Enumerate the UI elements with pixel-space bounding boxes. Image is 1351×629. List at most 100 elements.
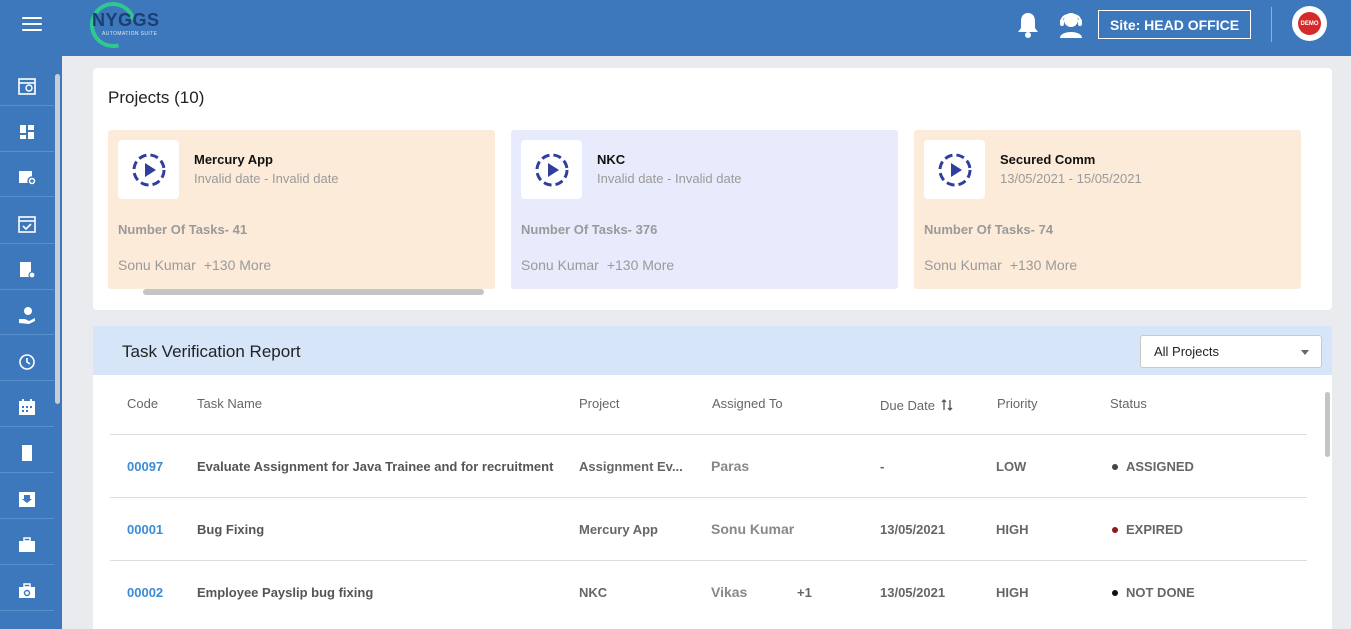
project-member: Sonu Kumar: [924, 257, 1002, 273]
project-members: Sonu Kumar +130 More: [924, 257, 1077, 273]
column-header-priority[interactable]: Priority: [997, 396, 1037, 411]
project-dates: Invalid date - Invalid date: [597, 171, 742, 186]
sidebar-item-dashboard[interactable]: [0, 112, 54, 152]
briefcase-icon: [19, 536, 35, 552]
sidebar-item-timer[interactable]: [0, 341, 54, 381]
project-more-members[interactable]: +130 More: [1010, 257, 1077, 273]
timer-icon: [19, 353, 35, 370]
add-project-icon: [19, 170, 37, 186]
status-dot-icon: [1112, 590, 1118, 596]
task-report-header: Task Verification Report All Projects: [93, 326, 1332, 375]
project-play-icon: [521, 140, 582, 199]
sidebar-item-tasks[interactable]: [0, 204, 54, 244]
row-divider: [110, 560, 1307, 561]
logo-subtext: AUTOMATION SUITE: [102, 31, 158, 37]
page-icon: [22, 444, 32, 461]
project-card[interactable]: Mercury App Invalid date - Invalid date …: [108, 130, 495, 289]
task-verification-panel: Task Verification Report All Projects Co…: [93, 326, 1332, 629]
project-name: Mercury App: [194, 152, 273, 167]
task-name: Evaluate Assignment for Java Trainee and…: [197, 459, 554, 474]
sidebar-item-page[interactable]: [0, 433, 54, 473]
inbox-download-icon: [19, 491, 35, 507]
project-member: Sonu Kumar: [521, 257, 599, 273]
logo[interactable]: NYGGS AUTOMATION SUITE: [81, 0, 198, 57]
project-member: Sonu Kumar: [118, 257, 196, 273]
column-header-due-date[interactable]: Due Date: [880, 398, 953, 415]
support-agent-icon[interactable]: [1057, 9, 1085, 39]
project-task-count: Number Of Tasks- 41: [118, 222, 248, 237]
projects-horizontal-scrollbar[interactable]: [143, 289, 484, 295]
task-status-label: ASSIGNED: [1126, 459, 1194, 474]
task-status: NOT DONE: [1112, 585, 1195, 600]
task-name: Bug Fixing: [197, 522, 265, 537]
status-dot-icon: [1112, 527, 1118, 533]
task-status-label: EXPIRED: [1126, 522, 1184, 537]
document-settings-icon: [20, 261, 36, 279]
task-assignee: Paras: [711, 458, 750, 474]
project-members: Sonu Kumar +130 More: [118, 257, 271, 273]
column-header-assigned-to[interactable]: Assigned To: [712, 396, 783, 411]
hand-money-icon: [19, 306, 35, 324]
due-date-label: Due Date: [880, 398, 935, 413]
sort-icon[interactable]: [941, 398, 953, 415]
task-due-date: -: [880, 459, 885, 474]
task-priority: HIGH: [996, 522, 1029, 537]
sidebar-item-documents[interactable]: [0, 250, 54, 290]
task-status-label: NOT DONE: [1126, 585, 1195, 600]
menu-icon[interactable]: [22, 17, 42, 37]
calendar-icon: [19, 398, 35, 415]
project-dates: 13/05/2021 - 15/05/2021: [1000, 171, 1142, 186]
task-assignee: Sonu Kumar: [711, 521, 795, 537]
sidebar-item-add-project[interactable]: [0, 157, 54, 197]
header-divider: [1271, 7, 1272, 42]
project-filter-value: All Projects: [1154, 344, 1220, 359]
project-dates: Invalid date - Invalid date: [194, 171, 339, 186]
header-divider: [110, 434, 1307, 435]
status-dot-icon: [1112, 464, 1118, 470]
task-name: Employee Payslip bug fixing: [197, 585, 374, 600]
sidebar-item-briefcase[interactable]: [0, 525, 54, 565]
site-selector-button[interactable]: Site: HEAD OFFICE: [1098, 10, 1251, 39]
project-card[interactable]: NKC Invalid date - Invalid date Number O…: [511, 130, 898, 289]
project-filter-select[interactable]: All Projects: [1140, 335, 1322, 368]
project-more-members[interactable]: +130 More: [204, 257, 271, 273]
sidebar-item-inbox[interactable]: [0, 479, 54, 519]
project-play-icon: [924, 140, 985, 199]
task-code-link[interactable]: 00002: [127, 585, 163, 600]
column-header-code[interactable]: Code: [127, 396, 158, 411]
task-assignee: Vikas: [711, 584, 748, 600]
sidebar-scrollbar[interactable]: [55, 74, 60, 404]
calendar-report-icon: [18, 77, 36, 95]
project-play-icon: [118, 140, 179, 199]
top-bar: NYGGS AUTOMATION SUITE Site: HEAD OFFICE…: [0, 0, 1351, 57]
projects-panel: Projects (10) Mercury App Invalid date -…: [93, 68, 1332, 310]
task-check-icon: [18, 215, 36, 233]
table-vertical-scrollbar[interactable]: [1325, 392, 1330, 457]
sidebar-item-calendar[interactable]: [0, 387, 54, 427]
projects-title: Projects (10): [108, 88, 205, 107]
task-due-date: 13/05/2021: [880, 585, 946, 600]
sidebar: [0, 56, 62, 629]
bell-icon[interactable]: [1016, 11, 1040, 39]
project-more-members[interactable]: +130 More: [607, 257, 674, 273]
sidebar-item-calendar-report[interactable]: [0, 66, 54, 106]
task-code-link[interactable]: 00097: [127, 459, 163, 474]
task-code-link[interactable]: 00001: [127, 522, 163, 537]
project-card[interactable]: Secured Comm 13/05/2021 - 15/05/2021 Num…: [914, 130, 1301, 289]
task-priority: LOW: [996, 459, 1027, 474]
task-report-title: Task Verification Report: [122, 342, 301, 361]
task-assignee-extra[interactable]: +1: [797, 585, 812, 600]
task-priority: HIGH: [996, 585, 1029, 600]
sidebar-item-payments[interactable]: [0, 295, 54, 335]
column-header-project[interactable]: Project: [579, 396, 619, 411]
project-task-count: Number Of Tasks- 376: [521, 222, 658, 237]
project-name: NKC: [597, 152, 626, 167]
project-name: Secured Comm: [1000, 152, 1096, 167]
task-project: Mercury App: [579, 522, 658, 537]
task-project: Assignment Ev...: [579, 459, 683, 474]
sidebar-item-toolbox[interactable]: [0, 571, 54, 611]
row-divider: [110, 497, 1307, 498]
column-header-status[interactable]: Status: [1110, 396, 1147, 411]
column-header-task-name[interactable]: Task Name: [197, 396, 262, 411]
avatar[interactable]: DEMO: [1292, 6, 1327, 41]
